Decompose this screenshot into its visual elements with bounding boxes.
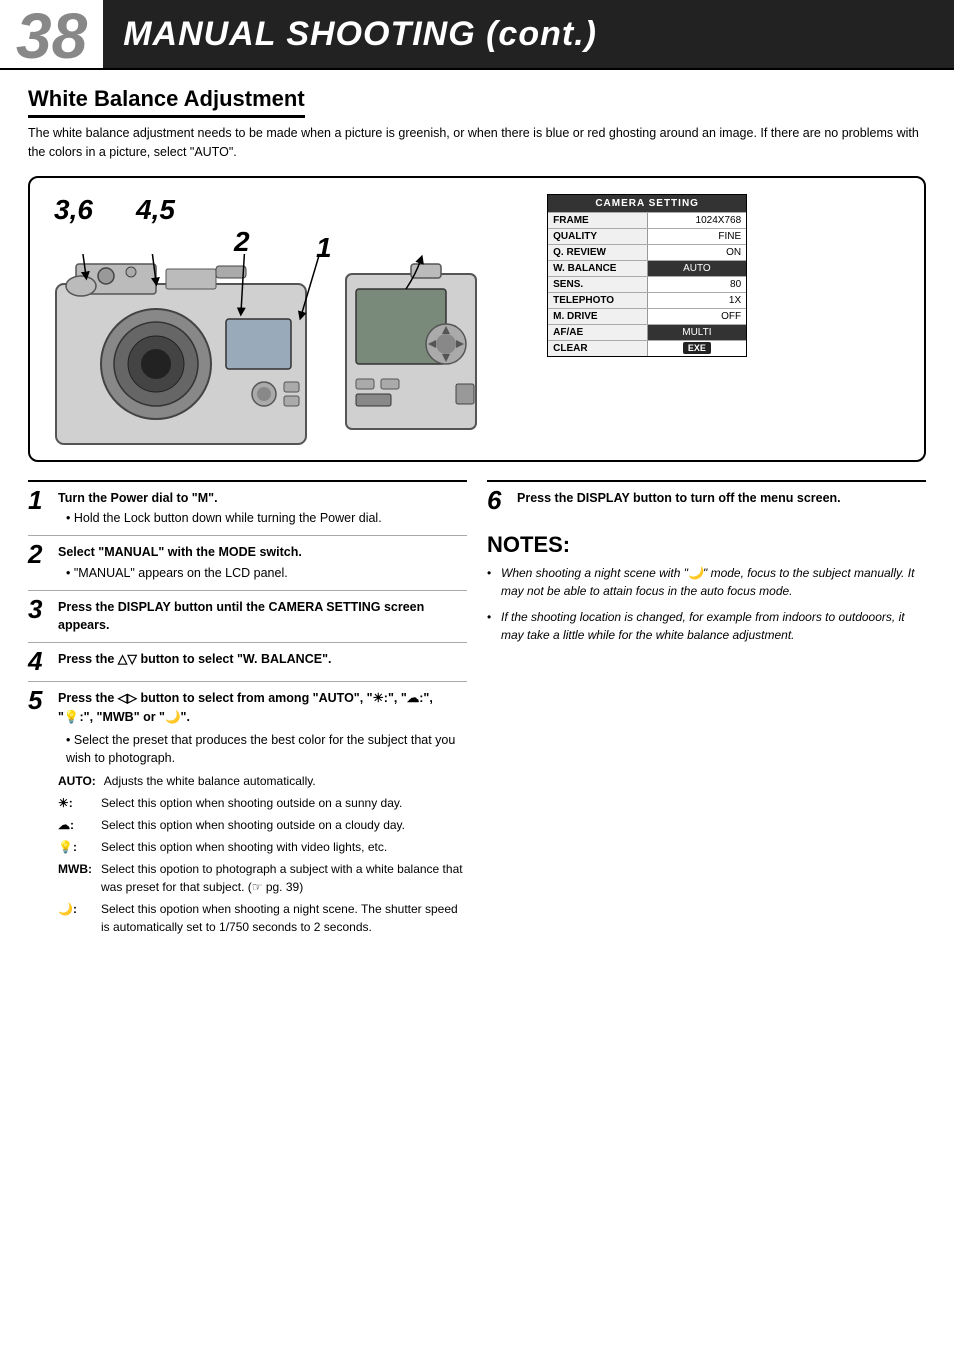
step-3-num: 3: [28, 596, 50, 636]
step-6: 6 Press the DISPLAY button to turn off t…: [487, 480, 926, 520]
option-mwb: MWB: Select this opotion to photograph a…: [58, 860, 467, 896]
steps-right: 6 Press the DISPLAY button to turn off t…: [487, 480, 926, 944]
step-label-45: 4,5: [136, 194, 175, 226]
settings-row-sens: SENS. 80: [548, 276, 746, 292]
note-2: If the shooting location is changed, for…: [487, 608, 926, 644]
option-light-label: 💡:: [58, 838, 93, 856]
step-2-sub-1: "MANUAL" appears on the LCD panel.: [66, 564, 467, 583]
option-sunny: ☀: Select this option when shooting outs…: [58, 794, 467, 812]
step-4-content: Press the △▽ button to select "W. BALANC…: [58, 650, 467, 674]
step-2-content: Select "MANUAL" with the MODE switch. "M…: [58, 543, 467, 583]
settings-label-qreview: Q. REVIEW: [548, 245, 648, 260]
page-header: 38 MANUAL SHOOTING (cont.): [0, 0, 954, 70]
step-1-content: Turn the Power dial to "M". Hold the Loc…: [58, 489, 467, 529]
step-3-content: Press the DISPLAY button until the CAMER…: [58, 598, 467, 636]
section-title: White Balance Adjustment: [28, 86, 305, 118]
intro-text: The white balance adjustment needs to be…: [28, 124, 926, 162]
option-mwb-text: Select this opotion to photograph a subj…: [101, 860, 467, 896]
step-4: 4 Press the △▽ button to select "W. BALA…: [28, 642, 467, 681]
step-3: 3 Press the DISPLAY button until the CAM…: [28, 590, 467, 643]
option-light-text: Select this option when shooting with vi…: [101, 838, 467, 856]
step-5: 5 Press the ◁▷ button to select from amo…: [28, 681, 467, 943]
step-5-main: Press the ◁▷ button to select from among…: [58, 691, 433, 724]
steps-left: 1 Turn the Power dial to "M". Hold the L…: [28, 480, 467, 944]
option-cloudy: ☁: Select this option when shooting outs…: [58, 816, 467, 834]
settings-value-sens: 80: [648, 277, 747, 292]
option-light: 💡: Select this option when shooting with…: [58, 838, 467, 856]
settings-value-telephoto: 1X: [648, 293, 747, 308]
settings-row-clear: CLEAR EXE: [548, 340, 746, 356]
settings-value-frame: 1024X768: [648, 213, 747, 228]
step-4-main: Press the △▽ button to select "W. BALANC…: [58, 652, 331, 666]
exe-badge: EXE: [683, 342, 711, 354]
option-night-text: Select this opotion when shooting a nigh…: [101, 900, 467, 936]
settings-label-sens: SENS.: [548, 277, 648, 292]
option-sunny-label: ☀:: [58, 794, 93, 812]
step-6-content: Press the DISPLAY button to turn off the…: [517, 489, 926, 513]
diagram-left: 3,6 4,5 2 1: [46, 194, 527, 444]
settings-label-quality: QUALITY: [548, 229, 648, 244]
settings-label-mdrive: M. DRIVE: [548, 309, 648, 324]
step-label-36: 3,6: [54, 194, 93, 226]
step-3-main: Press the DISPLAY button until the CAMER…: [58, 600, 424, 633]
option-cloudy-text: Select this option when shooting outside…: [101, 816, 467, 834]
settings-row-afae: AF/AE MULTI: [548, 324, 746, 340]
settings-row-mdrive: M. DRIVE OFF: [548, 308, 746, 324]
option-cloudy-label: ☁:: [58, 816, 93, 834]
settings-value-quality: FINE: [648, 229, 747, 244]
step-5-num: 5: [28, 687, 50, 936]
step-2: 2 Select "MANUAL" with the MODE switch. …: [28, 535, 467, 590]
settings-label-telephoto: TELEPHOTO: [548, 293, 648, 308]
settings-row-wbalance: W. BALANCE AUTO: [548, 260, 746, 276]
camera-diagram: 3,6 4,5 2 1: [28, 176, 926, 462]
settings-label-wbalance: W. BALANCE: [548, 261, 648, 276]
step-2-main: Select "MANUAL" with the MODE switch.: [58, 545, 302, 559]
settings-label-clear: CLEAR: [548, 341, 648, 356]
notes-title: NOTES:: [487, 532, 926, 558]
settings-value-afae: MULTI: [648, 325, 747, 340]
settings-row-frame: FRAME 1024X768: [548, 212, 746, 228]
step-5-sub-1: Select the preset that produces the best…: [66, 731, 467, 769]
step-4-num: 4: [28, 648, 50, 674]
step-5-content: Press the ◁▷ button to select from among…: [58, 689, 467, 936]
option-sunny-text: Select this option when shooting outside…: [101, 794, 467, 812]
option-mwb-label: MWB:: [58, 860, 93, 896]
page-number: 38: [0, 0, 103, 68]
camera-settings-table: CAMERA SETTING FRAME 1024X768 QUALITY FI…: [547, 194, 747, 357]
option-auto-text: Adjusts the white balance automatically.: [104, 772, 467, 790]
settings-label-frame: FRAME: [548, 213, 648, 228]
settings-row-quality: QUALITY FINE: [548, 228, 746, 244]
steps-section: 1 Turn the Power dial to "M". Hold the L…: [28, 480, 926, 944]
option-night: 🌙: Select this opotion when shooting a n…: [58, 900, 467, 936]
settings-row-telephoto: TELEPHOTO 1X: [548, 292, 746, 308]
option-night-label: 🌙:: [58, 900, 93, 936]
settings-value-qreview: ON: [648, 245, 747, 260]
step-1-num: 1: [28, 487, 50, 529]
settings-value-clear: EXE: [648, 341, 747, 356]
page-title: MANUAL SHOOTING (cont.): [103, 0, 954, 68]
step-2-num: 2: [28, 541, 50, 583]
settings-value-mdrive: OFF: [648, 309, 747, 324]
settings-label-afae: AF/AE: [548, 325, 648, 340]
settings-row-qreview: Q. REVIEW ON: [548, 244, 746, 260]
step-6-num: 6: [487, 487, 509, 513]
step-1-sub-1: Hold the Lock button down while turning …: [66, 509, 467, 528]
option-auto: AUTO: Adjusts the white balance automati…: [58, 772, 467, 790]
diagram-right: CAMERA SETTING FRAME 1024X768 QUALITY FI…: [547, 194, 908, 357]
camera-back-svg: [336, 254, 516, 454]
camera-settings-header: CAMERA SETTING: [548, 195, 746, 212]
step-6-main: Press the DISPLAY button to turn off the…: [517, 491, 841, 505]
notes-section: NOTES: When shooting a night scene with …: [487, 532, 926, 644]
notes-list: When shooting a night scene with "🌙" mod…: [487, 564, 926, 644]
settings-value-wbalance: AUTO: [648, 261, 747, 276]
step-1: 1 Turn the Power dial to "M". Hold the L…: [28, 480, 467, 536]
option-auto-label: AUTO:: [58, 772, 96, 790]
step-1-main: Turn the Power dial to "M".: [58, 491, 218, 505]
note-1: When shooting a night scene with "🌙" mod…: [487, 564, 926, 600]
